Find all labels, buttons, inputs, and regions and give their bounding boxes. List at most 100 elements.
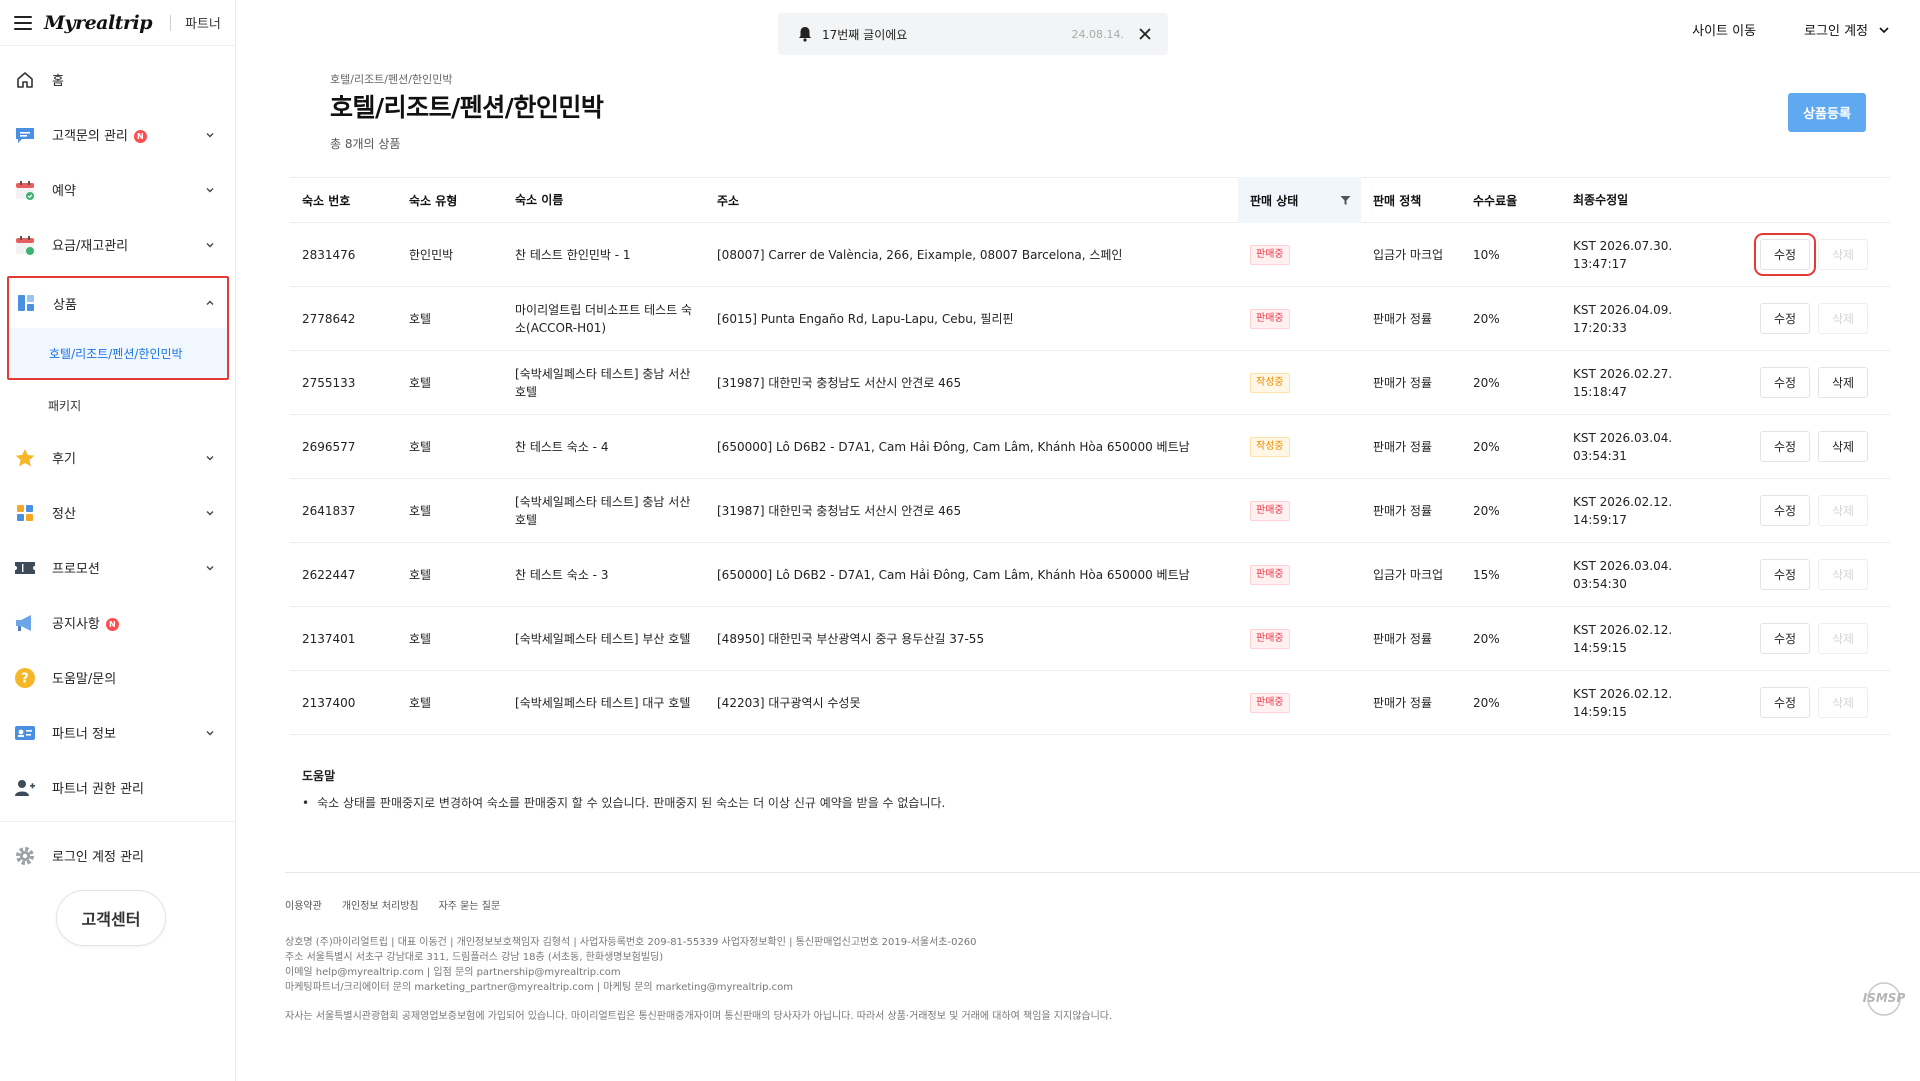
cell-modified: KST 2026.03.04. 03:54:31 <box>1561 429 1748 465</box>
cell-id: 2831476 <box>302 247 356 262</box>
filter-icon[interactable] <box>1340 195 1351 206</box>
cell-id: 2641837 <box>302 503 356 518</box>
sidebar-item-help[interactable]: ? 도움말/문의 <box>0 650 235 705</box>
cell-id: 2622447 <box>302 567 356 582</box>
cell-status: 판매중 <box>1238 628 1361 649</box>
table-row: 2137401 호텔 [숙박세일페스타 테스트] 부산 호텔 [48950] 대한민국… <box>290 607 1890 671</box>
top-right-menu: 사이트 이동 로그인 계정 <box>1692 20 1890 39</box>
sidebar-item-label: 고객문의 관리 <box>52 129 128 144</box>
table-row: 2641837 호텔 [숙박세일페스타 테스트] 충남 서산 호텔 [31987] 대… <box>290 479 1890 543</box>
sidebar-nav: 홈 고객문의 관리 N 예약 요금/재고관리 상품 호텔/리조트/펜션/한인민박… <box>0 46 235 883</box>
sidebar-subitem-packages[interactable]: 패키지 <box>0 380 235 430</box>
cell-modified-date: KST 2026.02.12. <box>1573 686 1673 701</box>
edit-button[interactable]: 수정 <box>1754 233 1816 276</box>
status-badge: 판매중 <box>1250 692 1290 713</box>
cell-type: 호텔 <box>409 568 432 582</box>
sidebar-item-promotion[interactable]: 프로모션 <box>0 540 235 595</box>
notice-text: 17번째 글이에요 <box>822 27 908 42</box>
cell-policy: 판매가 정률 <box>1373 632 1433 646</box>
column-header-type[interactable]: 숙소 유형 <box>397 192 503 209</box>
column-header-modified[interactable]: 최종수정일 <box>1561 191 1748 209</box>
footer-info-line: 상호명 (주)마이리얼트립 | 대표 이동건 | 개인정보보호책임자 김형석 |… <box>285 937 977 948</box>
site-move-link[interactable]: 사이트 이동 <box>1692 20 1756 39</box>
footer-info-line: 마케팅파트너/크리에이터 문의 marketing_partner@myreal… <box>285 982 794 993</box>
grid-icon <box>15 292 37 314</box>
sidebar-item-home[interactable]: 홈 <box>0 52 235 107</box>
column-header-name[interactable]: 숙소 이름 <box>503 191 705 209</box>
sidebar-item-settlement[interactable]: 정산 <box>0 485 235 540</box>
delete-button: 삭제 <box>1818 303 1868 334</box>
table-header: 숙소 번호 숙소 유형 숙소 이름 주소 판매 상태 판매 정책 수수료율 최종… <box>290 177 1890 223</box>
register-product-button[interactable]: 상품등록 <box>1788 93 1866 132</box>
sidebar-item-login-accounts[interactable]: 로그인 계정 관리 <box>0 828 235 883</box>
cell-id: 2137401 <box>302 631 356 646</box>
column-header-policy[interactable]: 판매 정책 <box>1361 192 1461 209</box>
close-icon[interactable] <box>1138 27 1152 41</box>
login-account-dropdown[interactable]: 로그인 계정 <box>1804 20 1890 39</box>
cell-name: [숙박세일페스타 테스트] 충남 서산 호텔 <box>515 494 691 527</box>
edit-button[interactable]: 수정 <box>1760 367 1810 398</box>
cell-id: 2778642 <box>302 311 356 326</box>
footer-link-faq[interactable]: 자주 묻는 질문 <box>439 897 501 912</box>
cell-status: 판매중 <box>1238 564 1361 585</box>
table-row: 2696577 호텔 찬 테스트 숙소 - 4 [650000] Lô D6B2 - … <box>290 415 1890 479</box>
edit-button[interactable]: 수정 <box>1760 303 1810 334</box>
notice-bar[interactable]: 17번째 글이에요 24.08.14. <box>778 13 1168 55</box>
cell-modified-time: 13:47:17 <box>1573 256 1627 271</box>
chevron-down-icon <box>206 187 214 192</box>
sidebar-item-reservations[interactable]: 예약 <box>0 162 235 217</box>
sidebar-item-reviews[interactable]: 후기 <box>0 430 235 485</box>
status-badge: 판매중 <box>1250 628 1290 649</box>
sidebar-item-label: 파트너 정보 <box>52 727 116 742</box>
cell-type: 호텔 <box>409 504 432 518</box>
sidebar-item-products[interactable]: 상품 <box>9 278 227 328</box>
chat-icon <box>14 124 36 146</box>
page-title: 호텔/리조트/펜션/한인민박 <box>330 93 604 122</box>
footer-company-info: 상호명 (주)마이리얼트립 | 대표 이동건 | 개인정보보호책임자 김형석 |… <box>285 935 977 995</box>
status-badge: 작성중 <box>1250 372 1290 393</box>
table-row: 2778642 호텔 마이리얼트립 더비소프트 테스트 숙소(ACCOR-H01) [… <box>290 287 1890 351</box>
sidebar-item-pricing[interactable]: 요금/재고관리 <box>0 217 235 272</box>
cell-actions: 수정 삭제 <box>1748 687 1890 718</box>
edit-button[interactable]: 수정 <box>1760 559 1810 590</box>
edit-button[interactable]: 수정 <box>1760 687 1810 718</box>
column-header-address[interactable]: 주소 <box>705 192 1238 209</box>
edit-button[interactable]: 수정 <box>1760 431 1810 462</box>
column-header-fee[interactable]: 수수료율 <box>1461 192 1561 209</box>
id-card-icon <box>14 722 36 744</box>
delete-button[interactable]: 삭제 <box>1818 431 1868 462</box>
cell-modified-date: KST 2026.04.09. <box>1573 302 1673 317</box>
table-body: 2831476 한인민박 찬 테스트 한인민박 - 1 [08007] Carrer … <box>290 223 1890 735</box>
sidebar-item-inquiries[interactable]: 고객문의 관리 N <box>0 107 235 162</box>
cell-address: [650000] Lô D6B2 - D7A1, Cam Hải Đông, C… <box>717 440 1190 454</box>
cell-status: 판매중 <box>1238 692 1361 713</box>
status-badge: 판매중 <box>1250 308 1290 329</box>
sidebar-subitem-hotels[interactable]: 호텔/리조트/펜션/한인민박 <box>9 328 227 378</box>
cell-status: 판매중 <box>1238 308 1361 329</box>
cell-policy: 판매가 정률 <box>1373 376 1433 390</box>
home-icon <box>14 69 36 91</box>
cell-modified: KST 2026.07.30. 13:47:17 <box>1561 237 1748 273</box>
delete-button[interactable]: 삭제 <box>1818 367 1868 398</box>
cell-type: 호텔 <box>409 696 432 710</box>
cell-modified-date: KST 2026.07.30. <box>1573 238 1673 253</box>
delete-button: 삭제 <box>1818 687 1868 718</box>
sidebar-item-partner-info[interactable]: 파트너 정보 <box>0 705 235 760</box>
column-header-status[interactable]: 판매 상태 <box>1238 177 1361 223</box>
sidebar-item-permissions[interactable]: 파트너 권한 관리 <box>0 760 235 815</box>
product-count: 총 8개의 상품 <box>330 137 401 151</box>
sidebar-item-label: 정산 <box>52 507 76 522</box>
menu-icon[interactable] <box>14 15 32 30</box>
cell-actions: 수정 삭제 <box>1748 431 1890 462</box>
cell-fee: 20% <box>1473 631 1500 646</box>
footer-link-terms[interactable]: 이용약관 <box>285 897 322 912</box>
edit-button[interactable]: 수정 <box>1760 623 1810 654</box>
edit-button[interactable]: 수정 <box>1760 495 1810 526</box>
cell-type: 한인민박 <box>409 248 454 262</box>
footer-link-privacy[interactable]: 개인정보 처리방침 <box>342 897 419 912</box>
cell-fee: 20% <box>1473 503 1500 518</box>
sidebar-item-notices[interactable]: 공지사항 N <box>0 595 235 650</box>
column-header-id[interactable]: 숙소 번호 <box>290 192 397 209</box>
customer-center-button[interactable]: 고객센터 <box>56 890 166 946</box>
logo[interactable]: Myrealtrip <box>44 12 153 34</box>
